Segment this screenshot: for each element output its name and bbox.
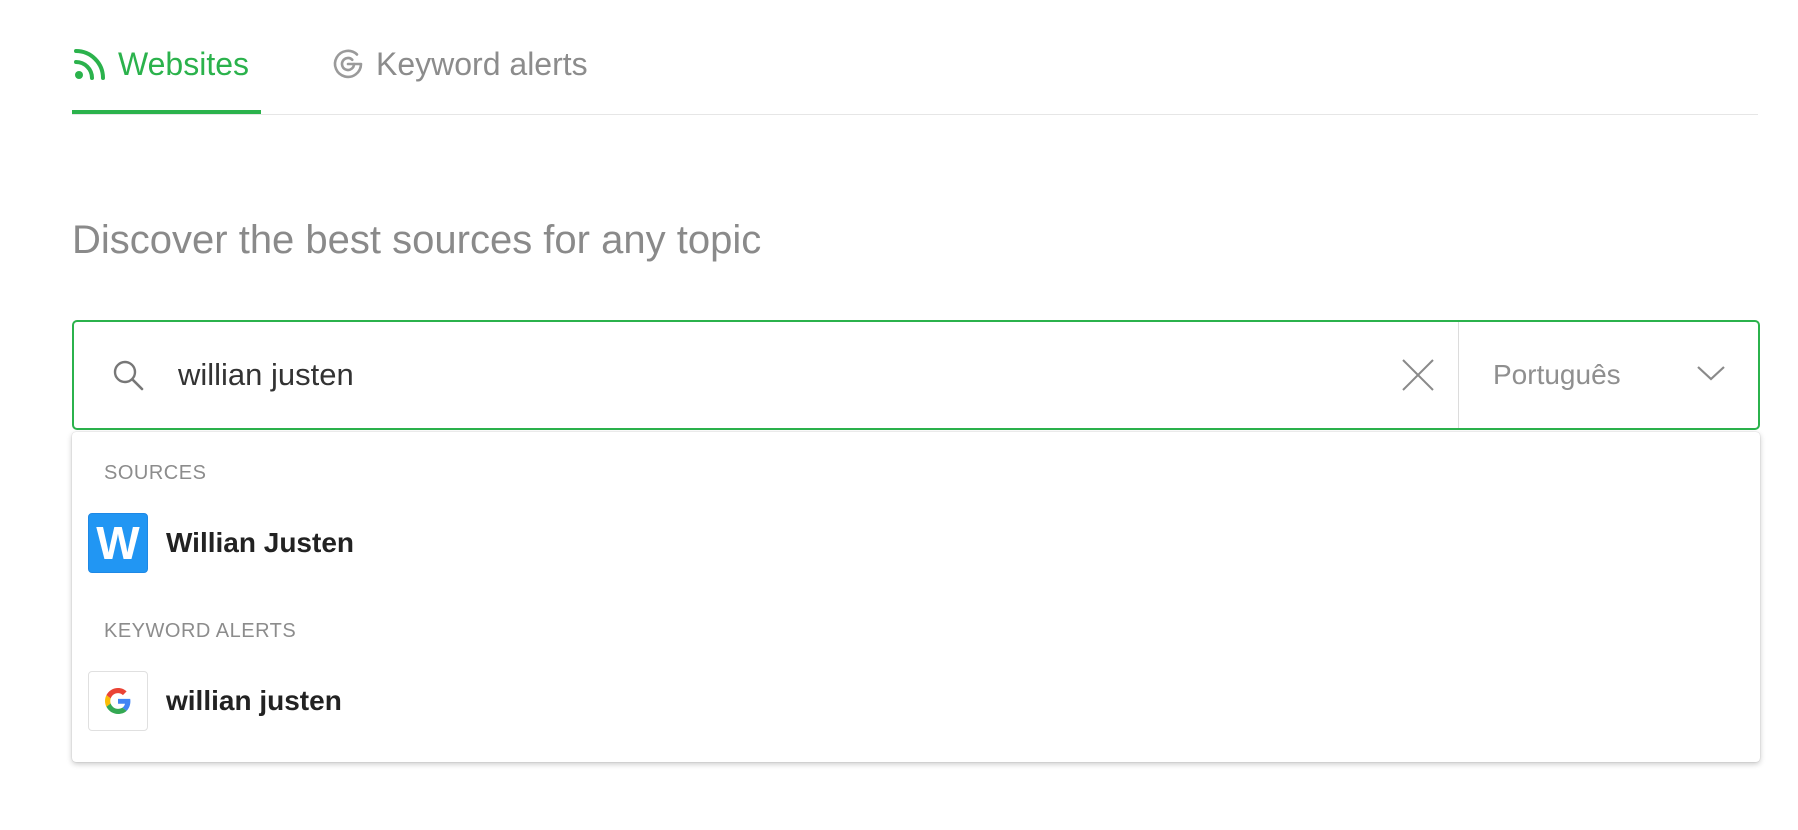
search-box: Português: [72, 320, 1760, 430]
google-icon: [88, 671, 148, 731]
tab-websites-label: Websites: [118, 46, 250, 82]
search-input[interactable]: [178, 345, 1378, 405]
source-result-item[interactable]: W Willian Justen: [88, 512, 1738, 574]
source-avatar-icon: W: [88, 513, 148, 573]
tab-keyword-alerts-label: Keyword alerts: [376, 46, 588, 82]
clear-search-button[interactable]: [1378, 322, 1458, 428]
search-suggestions-dropdown: SOURCES W Willian Justen KEYWORD ALERTS …: [72, 432, 1760, 762]
tab-bar: Websites Keyword alerts: [72, 0, 1758, 115]
language-value: Português: [1493, 359, 1621, 390]
language-select[interactable]: Português: [1458, 322, 1758, 428]
close-icon: [1402, 359, 1434, 391]
rss-icon: [72, 44, 108, 84]
tab-websites[interactable]: Websites: [72, 44, 261, 114]
chevron-down-icon: [1696, 364, 1726, 387]
keyword-alert-result-item[interactable]: willian justen: [88, 670, 1738, 732]
source-result-label: Willian Justen: [166, 527, 355, 558]
sources-section-header: SOURCES: [104, 462, 207, 484]
search-icon: [78, 322, 178, 428]
keyword-alert-result-label: willian justen: [166, 685, 342, 716]
tab-keyword-alerts[interactable]: Keyword alerts: [330, 44, 600, 114]
page-heading: Discover the best sources for any topic: [72, 218, 762, 262]
google-g-outline-icon: [330, 44, 366, 84]
keyword-alerts-section-header: KEYWORD ALERTS: [104, 620, 297, 642]
